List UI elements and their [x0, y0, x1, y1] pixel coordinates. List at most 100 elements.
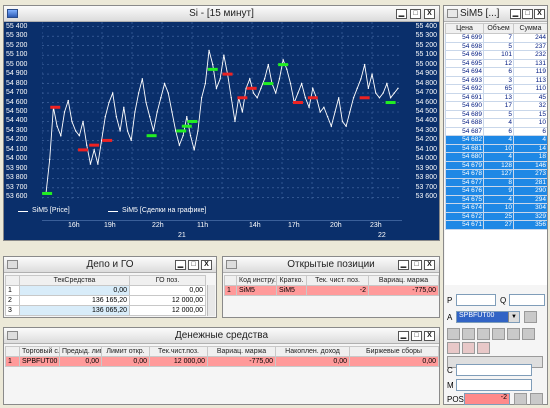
orderbook-row[interactable]: 54 690 17 32: [445, 101, 547, 111]
money-col-income[interactable]: Накоплен. доход: [275, 346, 350, 357]
orderbook-row[interactable]: 54 694 6 119: [445, 67, 547, 77]
orderbook-row[interactable]: 54 679 128 146: [445, 160, 547, 170]
money-close-button[interactable]: X: [424, 331, 435, 341]
orderbook-row[interactable]: 54 677 8 281: [445, 177, 547, 187]
y-tick-label: 54 600: [415, 98, 437, 106]
orderbook-row[interactable]: 54 692 65 110: [445, 84, 547, 94]
ob-col-price[interactable]: Цена: [445, 23, 484, 34]
account-settings-button[interactable]: [524, 311, 537, 323]
table-row[interactable]: 2 136 165,20 12 000,00: [5, 295, 206, 306]
price-point: [134, 111, 136, 113]
ob-col-sum[interactable]: Сумма: [513, 23, 547, 34]
maximize-button[interactable]: □: [410, 9, 421, 19]
money-col-account[interactable]: Торговый с.: [19, 346, 60, 357]
orderbook-row[interactable]: 54 681 10 14: [445, 143, 547, 153]
depo-col-margin[interactable]: ГО поз.: [129, 275, 206, 286]
x-tick-label: 17h: [288, 222, 300, 229]
orderbook-row[interactable]: 54 680 4 18: [445, 152, 547, 162]
chart-area[interactable]: 53 600 53 700 53 800 53 900 54 000 54 100 54 2…: [4, 22, 439, 240]
money-minimize-button[interactable]: ▁: [398, 331, 409, 341]
chart-title: Si - [15 минут]: [189, 8, 254, 19]
tool-button-6[interactable]: [522, 328, 535, 340]
tool-button-4[interactable]: [492, 328, 505, 340]
pos-button-2[interactable]: [530, 393, 543, 405]
legend: SiM5 [Price] SiM5 [Сделки на графике]: [16, 206, 316, 218]
orderbook-row[interactable]: 54 671 27 356: [445, 220, 547, 230]
depo-table[interactable]: ТекСредства ГО поз. 1 0,00 0,00 2 136 165,20…: [5, 275, 206, 316]
price-input[interactable]: [456, 294, 496, 306]
time-axis: 16h 19h 22h 11h 14h 17h 20h 23h 21 22: [42, 220, 402, 240]
orderbook-row[interactable]: 54 687 6 6: [445, 126, 547, 136]
pos-button-1[interactable]: [514, 393, 527, 405]
orderbook-row[interactable]: 54 691 13 45: [445, 92, 547, 102]
price-point: [267, 63, 270, 66]
tool-button-1[interactable]: [447, 328, 460, 340]
orderbook-row[interactable]: 54 693 3 113: [445, 75, 547, 85]
orderbook-row[interactable]: 54 674 10 304: [445, 203, 547, 213]
pos-col-short[interactable]: Кратко.: [276, 275, 307, 286]
table-row[interactable]: 1 SPBFUT00 0,00 0,00 12 000,00 -775,00 0,00 0,0…: [5, 356, 439, 367]
orderbook-row[interactable]: 54 699 7 244: [445, 33, 547, 43]
y-tick-label: 54 700: [6, 89, 28, 97]
table-row[interactable]: 1 SiM5 SiM5 -2 -775,00: [224, 285, 439, 296]
price-point: [137, 92, 140, 94]
m-input[interactable]: [456, 379, 532, 391]
ob-col-volume[interactable]: Объем: [483, 23, 514, 34]
orderbook-maximize-button[interactable]: □: [522, 9, 533, 19]
c-select[interactable]: [456, 364, 532, 376]
price-plot[interactable]: [42, 22, 402, 202]
pos-col-varmargin[interactable]: Вариац. маржа: [368, 275, 439, 286]
order-form: P Q A SPBFUT00 ▼ C M POS. -2: [444, 288, 547, 405]
money-col-net[interactable]: Тек.чист.поз.: [149, 346, 208, 357]
orderbook-row[interactable]: 54 696 101 232: [445, 50, 547, 60]
buy-market-icon[interactable]: [447, 342, 460, 354]
depo-maximize-button[interactable]: □: [188, 260, 199, 270]
cancel-orders-icon[interactable]: [477, 342, 490, 354]
table-row[interactable]: 1 0,00 0,00: [5, 285, 206, 296]
positions-close-button[interactable]: X: [424, 260, 435, 270]
tool-button-3[interactable]: [477, 328, 490, 340]
orderbook-row[interactable]: 54 676 9 290: [445, 186, 547, 196]
depo-scrollbar[interactable]: [207, 285, 215, 316]
money-col-fees[interactable]: Биржевые сборы: [349, 346, 439, 357]
sell-market-icon[interactable]: [462, 342, 475, 354]
orderbook-row[interactable]: 54 682 4 4: [445, 135, 547, 145]
money-col-prevlimit[interactable]: Предыд. лими: [59, 346, 102, 357]
pos-col-code[interactable]: Код инстру.: [236, 275, 277, 286]
pos-col-net[interactable]: Тек. чист. поз.: [306, 275, 369, 286]
orderbook-row[interactable]: 54 688 4 10: [445, 118, 547, 128]
orderbook-row[interactable]: 54 698 5 237: [445, 41, 547, 51]
money-table[interactable]: Торговый с.Предыд. лимиЛимит откр.Тек.чи…: [5, 346, 439, 367]
depo-minimize-button[interactable]: ▁: [175, 260, 186, 270]
close-button[interactable]: X: [424, 9, 435, 19]
depo-close-button[interactable]: X: [201, 260, 212, 270]
money-col-openlimit[interactable]: Лимит откр.: [101, 346, 150, 357]
orderbook-row[interactable]: 54 678 127 273: [445, 169, 547, 179]
orderbook-row[interactable]: 54 695 12 131: [445, 58, 547, 68]
orderbook-row[interactable]: 54 672 25 329: [445, 211, 547, 221]
positions-maximize-button[interactable]: □: [411, 260, 422, 270]
table-row[interactable]: 3 136 065,20 12 000,00: [5, 305, 206, 316]
y-tick-label: 55 400: [6, 22, 28, 30]
positions-minimize-button[interactable]: ▁: [398, 260, 409, 270]
quantity-input[interactable]: [509, 294, 545, 306]
y-tick-label: 55 200: [6, 41, 28, 49]
orderbook-minimize-button[interactable]: ▁: [510, 9, 521, 19]
money-maximize-button[interactable]: □: [411, 331, 422, 341]
depo-col-balance[interactable]: ТекСредства: [19, 275, 130, 286]
orderbook-icon: [447, 9, 458, 18]
orderbook-table[interactable]: Цена Объем Сумма 54 699 7 244 54 698 5 237 54 69…: [445, 23, 547, 230]
orderbook-close-button[interactable]: X: [534, 9, 545, 19]
orderbook-row[interactable]: 54 689 5 15: [445, 109, 547, 119]
money-col-varmargin[interactable]: Вариац. маржа: [207, 346, 276, 357]
tool-button-2[interactable]: [462, 328, 475, 340]
minimize-button[interactable]: ▁: [396, 9, 407, 19]
price-point: [115, 116, 118, 118]
y-tick-label: 55 400: [415, 22, 437, 30]
positions-table[interactable]: Код инстру. Кратко. Тек. чист. поз. Вариац.…: [224, 275, 439, 296]
tool-button-5[interactable]: [507, 328, 520, 340]
account-dropdown-icon[interactable]: ▼: [508, 312, 519, 322]
orderbook-row[interactable]: 54 675 4 294: [445, 194, 547, 204]
sell-trade-marker: [246, 86, 257, 90]
price-point: [334, 111, 336, 113]
